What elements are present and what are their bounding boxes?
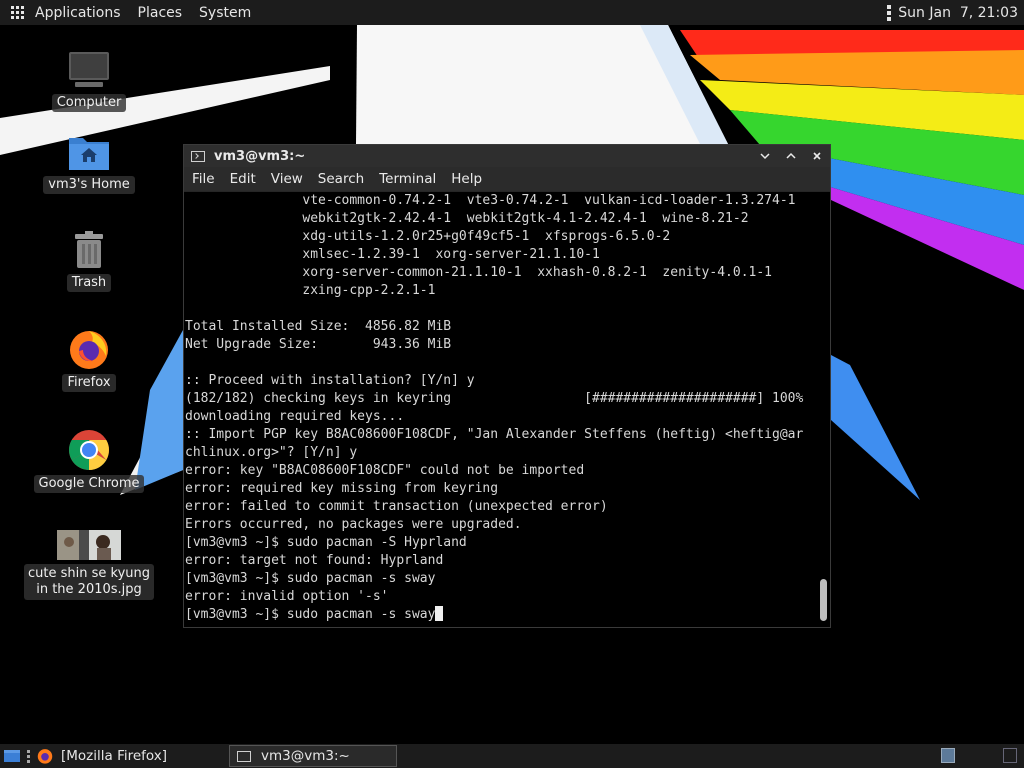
- home-folder-icon: [69, 138, 109, 170]
- firefox-icon: [37, 749, 53, 764]
- terminal-line: xorg-server-common-21.1.10-1 xxhash-0.8.…: [185, 265, 772, 280]
- desktop-icon-label: Google Chrome: [33, 475, 145, 493]
- terminal-menubar: File Edit View Search Terminal Help: [184, 167, 830, 192]
- desktop-icon-label: Computer: [51, 94, 127, 112]
- terminal-line: (182/182) checking keys in keyring [####…: [185, 391, 804, 406]
- terminal-line: downloading required keys...: [185, 409, 405, 424]
- desktop-icon-computer[interactable]: Computer: [51, 50, 127, 112]
- firefox-icon: [70, 331, 108, 369]
- terminal-line: [vm3@vm3 ~]$ sudo pacman -S Hyprland: [185, 535, 467, 550]
- close-icon: [813, 152, 821, 160]
- apps-grid-icon[interactable]: [11, 5, 25, 20]
- system-menu[interactable]: System: [199, 5, 251, 21]
- clock[interactable]: Sun Jan 7, 21:03: [898, 5, 1018, 21]
- handle-icon: [27, 750, 30, 763]
- terminal-title: vm3@vm3:~: [214, 148, 306, 164]
- chrome-icon: [69, 430, 109, 470]
- terminal-line: :: Import PGP key B8AC08600F108CDF, "Jan…: [185, 427, 804, 442]
- terminal-output[interactable]: vte-common-0.74.2-1 vte3-0.74.2-1 vulkan…: [184, 192, 830, 627]
- terminal-line: zxing-cpp-2.2.1-1: [185, 283, 436, 298]
- close-button[interactable]: [808, 147, 826, 165]
- chevron-down-icon: [760, 153, 770, 160]
- applications-menu[interactable]: Applications: [35, 5, 121, 21]
- desktop-icon-label: Trash: [66, 274, 112, 292]
- desktop-icon-label: vm3's Home: [43, 176, 135, 194]
- chevron-up-icon: [786, 152, 796, 159]
- workspace-2[interactable]: [1003, 748, 1017, 763]
- trash-icon: [75, 231, 103, 268]
- desktop-icon-label: Firefox: [62, 374, 116, 392]
- menu-help[interactable]: Help: [451, 171, 482, 187]
- desktop-icon-image-file[interactable]: cute shin se kyung in the 2010s.jpg: [24, 530, 154, 600]
- scrollbar-thumb[interactable]: [820, 579, 827, 621]
- desktop-icon-firefox[interactable]: Firefox: [54, 328, 124, 392]
- terminal-line: error: target not found: Hyprland: [185, 553, 444, 568]
- terminal-line: error: required key missing from keyring: [185, 481, 499, 496]
- menu-terminal[interactable]: Terminal: [379, 171, 436, 187]
- desktop-icon-home[interactable]: vm3's Home: [43, 132, 135, 194]
- desktop-icon-chrome[interactable]: Google Chrome: [33, 429, 145, 493]
- maximize-button[interactable]: [782, 147, 800, 165]
- taskbar-terminal-label: vm3@vm3:~: [261, 748, 350, 764]
- terminal-line: vte-common-0.74.2-1 vte3-0.74.2-1 vulkan…: [185, 193, 796, 208]
- bottom-panel: [Mozilla Firefox] vm3@vm3:~: [0, 744, 1024, 768]
- terminal-line: [vm3@vm3 ~]$ sudo pacman -s sway: [185, 571, 436, 586]
- terminal-icon: [191, 150, 205, 162]
- menu-edit[interactable]: Edit: [230, 171, 256, 187]
- desktop-icon-label: cute shin se kyung in the 2010s.jpg: [24, 564, 154, 600]
- taskbar-firefox[interactable]: [Mozilla Firefox]: [33, 745, 229, 767]
- terminal-titlebar[interactable]: vm3@vm3:~: [184, 145, 830, 167]
- terminal-line: error: failed to commit transaction (une…: [185, 499, 608, 514]
- terminal-line: xdg-utils-1.2.0r25+g0f49cf5-1 xfsprogs-6…: [185, 229, 671, 244]
- taskbar-terminal[interactable]: vm3@vm3:~: [229, 745, 397, 767]
- terminal-prompt-text: [vm3@vm3 ~]$ sudo pacman -s sway: [185, 607, 436, 622]
- menu-search[interactable]: Search: [318, 171, 364, 187]
- terminal-prompt-line[interactable]: [vm3@vm3 ~]$ sudo pacman -s sway: [185, 606, 803, 624]
- terminal-icon: [237, 750, 251, 762]
- terminal-scrollbar[interactable]: [819, 194, 827, 625]
- minimize-button[interactable]: [756, 147, 774, 165]
- terminal-line: error: key "B8AC08600F108CDF" could not …: [185, 463, 585, 478]
- terminal-line: Total Installed Size: 4856.82 MiB: [185, 319, 452, 334]
- terminal-line: Net Upgrade Size: 943.36 MiB: [185, 337, 452, 352]
- show-desktop-icon[interactable]: [3, 748, 21, 764]
- terminal-line: error: invalid option '-s': [185, 589, 389, 604]
- menu-view[interactable]: View: [271, 171, 303, 187]
- taskbar-firefox-label: [Mozilla Firefox]: [61, 748, 168, 764]
- terminal-cursor: [435, 606, 444, 621]
- terminal-line: webkit2gtk-2.42.4-1 webkit2gtk-4.1-2.42.…: [185, 211, 749, 226]
- workspace-switcher[interactable]: [941, 748, 955, 763]
- terminal-line: xmlsec-1.2.39-1 xorg-server-21.1.10-1: [185, 247, 600, 262]
- top-panel: Applications Places System Sun Jan 7, 21…: [0, 0, 1024, 25]
- terminal-window[interactable]: vm3@vm3:~ File Edit View Search Terminal…: [183, 144, 831, 628]
- places-menu[interactable]: Places: [138, 5, 183, 21]
- terminal-line: :: Proceed with installation? [Y/n] y: [185, 373, 475, 388]
- computer-icon: [69, 52, 109, 87]
- terminal-line: chlinux.org>"? [Y/n] y: [185, 445, 358, 460]
- desktop-icon-trash[interactable]: Trash: [54, 230, 124, 292]
- panel-menu-icon[interactable]: [887, 4, 892, 21]
- image-thumbnail: [57, 530, 121, 560]
- menu-file[interactable]: File: [192, 171, 215, 187]
- terminal-line: Errors occurred, no packages were upgrad…: [185, 517, 522, 532]
